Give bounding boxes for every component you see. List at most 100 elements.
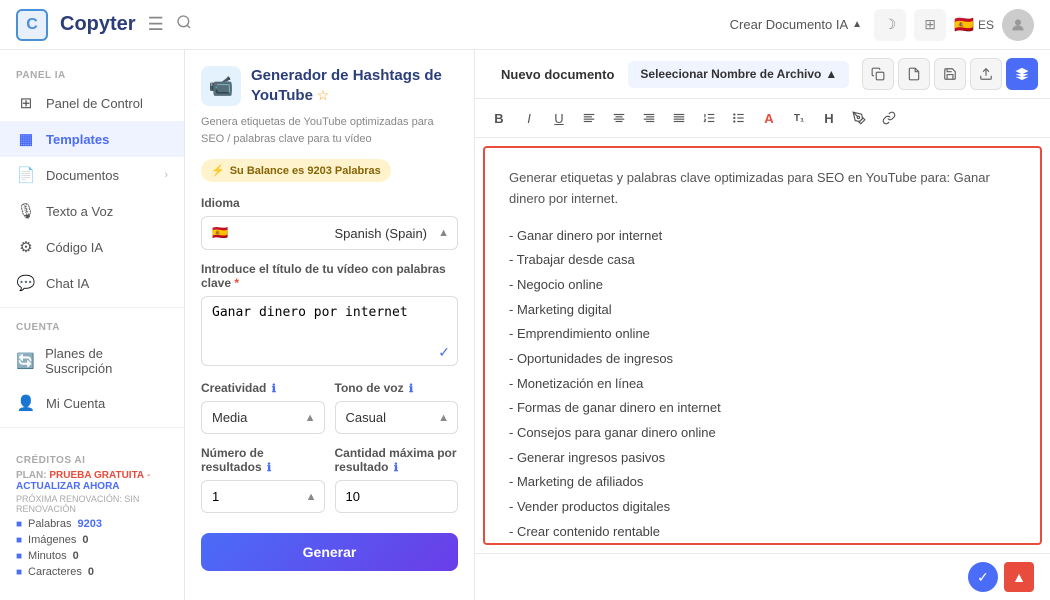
num-resultados-info-icon[interactable]: ℹ xyxy=(267,462,271,474)
plan-info: PLAN: PRUEBA GRATUITA - ACTUALIZAR AHORA xyxy=(16,470,168,492)
list-item: - Marketing de afiliados xyxy=(509,470,1016,495)
nav-right: Crear Documento IA ▲ ☽ ⊞ 🇪🇸 ES xyxy=(730,9,1034,41)
idioma-flag: 🇪🇸 xyxy=(212,225,228,241)
sidebar-item-label: Mi Cuenta xyxy=(46,396,105,411)
document-button[interactable] xyxy=(898,58,930,90)
font-color-button[interactable]: A xyxy=(755,105,783,131)
sidebar-item-label: Templates xyxy=(46,132,109,147)
justify-button[interactable] xyxy=(665,105,693,131)
italic-button[interactable]: I xyxy=(515,105,543,131)
list-item: - Formas de ganar dinero en internet xyxy=(509,396,1016,421)
creatividad-label: Creatividad ℹ xyxy=(201,381,325,395)
sidebar-item-label: Documentos xyxy=(46,168,119,183)
list-item: - Vender productos digitales xyxy=(509,495,1016,520)
idioma-select[interactable]: 🇪🇸 Spanish (Spain) ▲ xyxy=(201,216,458,250)
video-title-label: Introduce el título de tu vídeo con pala… xyxy=(201,262,458,290)
unordered-list-button[interactable] xyxy=(725,105,753,131)
cantidad-group: Cantidad máxima por resultado ℹ xyxy=(335,446,459,513)
editor-content[interactable]: Generar etiquetas y palabras clave optim… xyxy=(483,146,1042,545)
bolt-icon: ⚡ xyxy=(211,164,225,177)
sidebar-item-planes[interactable]: 🔄 Planes de Suscripción xyxy=(0,337,184,385)
video-title-wrapper: Ganar dinero por internet ✓ xyxy=(201,296,458,369)
imagenes-value: 0 xyxy=(82,534,88,546)
align-left-button[interactable] xyxy=(575,105,603,131)
num-resultados-label: Número de resultados ℹ xyxy=(201,446,325,474)
num-resultados-stepper[interactable]: ▲ xyxy=(306,491,317,503)
list-item: - Trabajar desde casa xyxy=(509,248,1016,273)
align-center-button[interactable] xyxy=(605,105,633,131)
cantidad-info-icon[interactable]: ℹ xyxy=(394,462,398,474)
plan-name: PRUEBA GRATUITA xyxy=(49,470,144,481)
tono-chevron-icon: ▲ xyxy=(438,412,449,424)
plan-upgrade-link[interactable]: ACTUALIZAR AHORA xyxy=(16,481,120,492)
sidebar-item-label: Panel de Control xyxy=(46,96,143,111)
video-title-input[interactable]: Ganar dinero por internet xyxy=(201,296,458,366)
documentos-icon: 📄 xyxy=(16,166,36,184)
sidebar-item-label: Chat IA xyxy=(46,276,89,291)
num-resultados-group: Número de resultados ℹ ▲ xyxy=(201,446,325,513)
caracteres-value: 0 xyxy=(88,566,94,578)
editor-bottom-bar: ✓ ▲ xyxy=(475,553,1050,600)
tab-nuevo-documento[interactable]: Nuevo documento xyxy=(487,61,628,88)
chevron-right-icon: › xyxy=(164,169,168,181)
select-file-name-button[interactable]: Seleecionar Nombre de Archivo ▲ xyxy=(628,61,849,88)
creatividad-value: Media xyxy=(212,410,247,425)
tono-info-icon[interactable]: ℹ xyxy=(409,383,413,395)
plan-text: PLAN: xyxy=(16,470,47,481)
sidebar-item-panel-control[interactable]: ⊞ Panel de Control xyxy=(0,85,184,121)
underline-button[interactable]: U xyxy=(545,105,573,131)
generate-button[interactable]: Generar xyxy=(201,533,458,571)
creatividad-tono-row: Creatividad ℹ Media ▲ Tono de voz ℹ Casu… xyxy=(201,381,458,446)
ai-button[interactable] xyxy=(1006,58,1038,90)
menu-icon[interactable]: ☰ xyxy=(148,14,164,35)
cantidad-label: Cantidad máxima por resultado ℹ xyxy=(335,446,459,474)
creatividad-chevron-icon: ▲ xyxy=(305,412,316,424)
creatividad-select[interactable]: Media ▲ xyxy=(201,401,325,434)
link-button[interactable] xyxy=(875,105,903,131)
sidebar-item-codigo-ia[interactable]: ⚙ Código IA xyxy=(0,229,184,265)
num-cantidad-row: Número de resultados ℹ ▲ Cantidad máxima… xyxy=(201,446,458,525)
sidebar-item-texto-voz[interactable]: 🎙 Texto a Voz xyxy=(0,193,184,229)
scroll-top-button[interactable]: ▲ xyxy=(1004,562,1034,592)
creatividad-info-icon[interactable]: ℹ xyxy=(272,383,276,395)
language-selector[interactable]: 🇪🇸 ES xyxy=(954,15,994,35)
doc-tabs: Nuevo documento Seleecionar Nombre de Ar… xyxy=(487,61,849,88)
imagenes-icon: ■ xyxy=(16,535,22,546)
ordered-list-button[interactable] xyxy=(695,105,723,131)
search-icon[interactable] xyxy=(176,14,192,35)
app-title: Copyter xyxy=(60,13,136,36)
cantidad-input[interactable] xyxy=(335,480,459,513)
list-item: - Negocio online xyxy=(509,273,1016,298)
create-doc-button[interactable]: Crear Documento IA ▲ xyxy=(730,17,862,32)
sidebar-item-mi-cuenta[interactable]: 👤 Mi Cuenta xyxy=(0,385,184,421)
dark-mode-button[interactable]: ☽ xyxy=(874,9,906,41)
top-nav: C Copyter ☰ Crear Documento IA ▲ ☽ ⊞ 🇪🇸 … xyxy=(0,0,1050,50)
export-button[interactable] xyxy=(970,58,1002,90)
list-item: - Crear contenido rentable xyxy=(509,520,1016,545)
avatar[interactable] xyxy=(1002,9,1034,41)
idioma-label: Idioma xyxy=(201,196,458,210)
font-size-button[interactable]: T₁ xyxy=(785,105,813,131)
list-item: - Ganar dinero por internet xyxy=(509,224,1016,249)
editor-toolbar-icons xyxy=(862,58,1038,90)
sidebar-item-templates[interactable]: ▦ Templates xyxy=(0,121,184,157)
align-right-button[interactable] xyxy=(635,105,663,131)
confirm-button[interactable]: ✓ xyxy=(968,562,998,592)
credit-minutos: ■ Minutos 0 xyxy=(16,550,168,562)
heading-button[interactable]: H xyxy=(815,105,843,131)
copy-button[interactable] xyxy=(862,58,894,90)
credits-section: CRÉDITOS AI PLAN: PRUEBA GRATUITA - ACTU… xyxy=(0,445,184,588)
minutos-label: Minutos xyxy=(28,550,67,562)
sidebar-item-documentos[interactable]: 📄 Documentos › xyxy=(0,157,184,193)
sidebar-item-chat-ia[interactable]: 💬 Chat IA xyxy=(0,265,184,301)
expand-button[interactable]: ⊞ xyxy=(914,9,946,41)
save-button[interactable] xyxy=(934,58,966,90)
list-item: - Consejos para ganar dinero online xyxy=(509,421,1016,446)
bold-button[interactable]: B xyxy=(485,105,513,131)
sidebar-divider-1 xyxy=(0,307,184,308)
input-check-icon: ✓ xyxy=(438,344,450,361)
highlight-button[interactable] xyxy=(845,105,873,131)
favorite-star-icon[interactable]: ☆ xyxy=(317,87,330,103)
nav-left: C Copyter ☰ xyxy=(16,9,192,41)
tono-select[interactable]: Casual ▲ xyxy=(335,401,459,434)
